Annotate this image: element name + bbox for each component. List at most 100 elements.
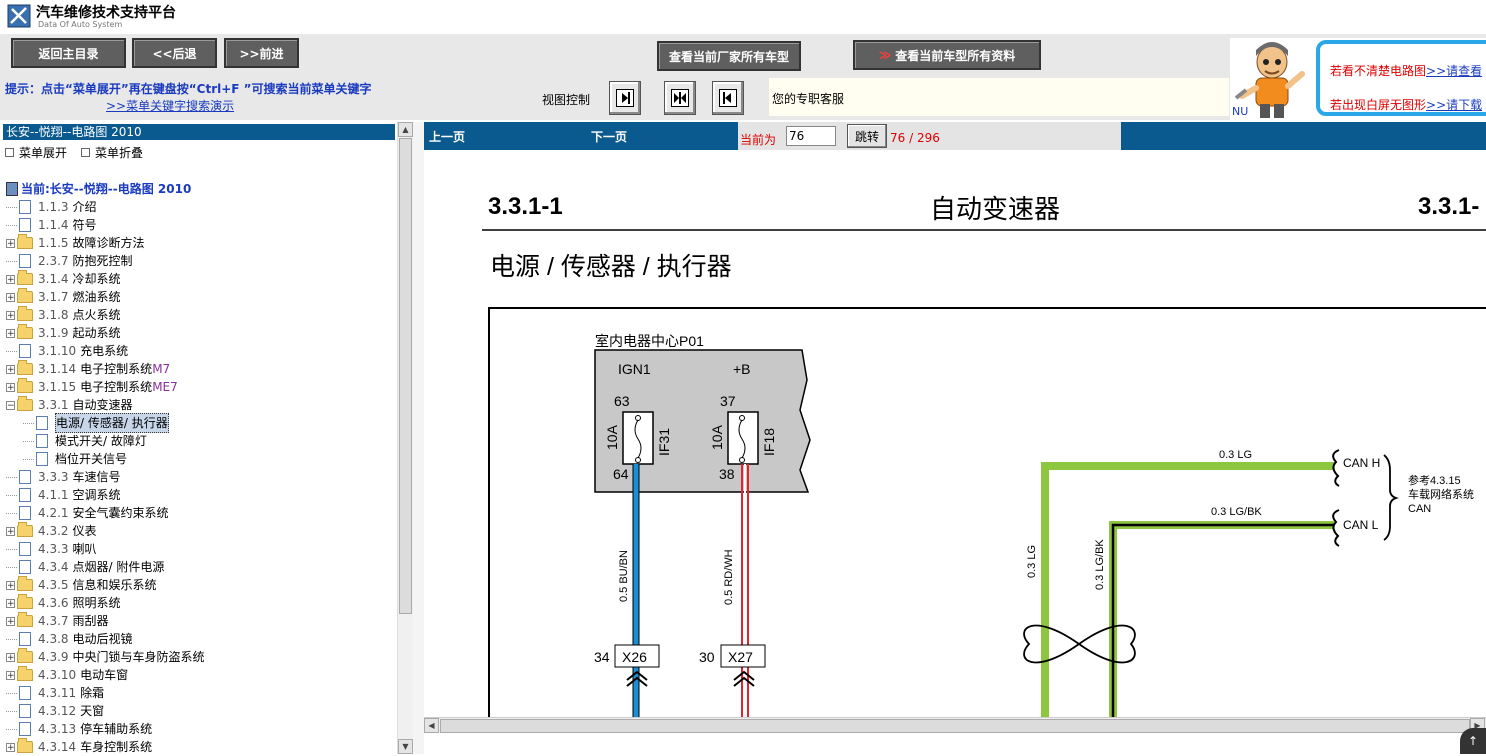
tree-item[interactable]: 4.3.8 电动后视镜 xyxy=(6,630,133,648)
tree-item[interactable]: +4.3.5 信息和娱乐系统 xyxy=(6,576,157,594)
tree-item[interactable]: +4.3.7 雨刮器 xyxy=(6,612,109,630)
tree-item[interactable]: +3.1.9 起动系统 xyxy=(6,324,121,342)
tree-item[interactable]: 3.1.10 充电系统 xyxy=(6,342,128,360)
forward-button[interactable]: >>前进 xyxy=(224,38,299,68)
back-main-button[interactable]: 返回主目录 xyxy=(11,38,126,68)
tree-item[interactable]: +3.1.8 点火系统 xyxy=(6,306,121,324)
page-icon xyxy=(19,218,31,232)
expand-node-icon[interactable]: + xyxy=(6,364,15,374)
page-icon xyxy=(36,452,48,466)
ad-view-link[interactable]: >>请查看 xyxy=(1426,64,1482,78)
tree-item-label: 点火系统 xyxy=(72,308,121,322)
tree-item[interactable]: − 3.3.1 自动变速器 xyxy=(6,396,133,414)
tree-item[interactable]: +4.3.14 车身控制系统 xyxy=(6,738,152,756)
diagram-h-scroll-thumb[interactable] xyxy=(440,719,1470,733)
tree-item-label: 电动后视镜 xyxy=(72,632,133,646)
tree-item[interactable]: 1.1.4 符号 xyxy=(6,216,97,234)
tree-item-label: 喇叭 xyxy=(72,542,97,556)
tree-item[interactable]: 4.3.4 点烟器/ 附件电源 xyxy=(6,558,164,576)
page-count: 76 / 296 xyxy=(890,131,940,145)
ad-download-link[interactable]: >>请下载 xyxy=(1426,98,1482,112)
can-l-terminal-icon xyxy=(1332,509,1340,547)
expand-node-icon[interactable]: + xyxy=(6,328,15,338)
jump-button[interactable]: 跳转 xyxy=(847,124,887,148)
tree-item[interactable]: 4.3.12 天窗 xyxy=(6,702,104,720)
current-page-label: 当前为 xyxy=(740,133,777,147)
tree-item[interactable]: +1.1.5 故障诊断方法 xyxy=(6,234,145,252)
tree-item[interactable]: +4.3.9 中央门锁与车身防盗系统 xyxy=(6,648,205,666)
scroll-up-icon[interactable]: ▲ xyxy=(398,122,413,137)
expand-node-icon[interactable]: + xyxy=(6,670,15,680)
tree-item[interactable]: 档位开关信号 xyxy=(23,450,127,468)
expand-node-icon[interactable]: + xyxy=(6,292,15,302)
tree-item[interactable]: 4.3.13 停车辅助系统 xyxy=(6,720,152,738)
tree-item-number: 4.3.4 xyxy=(38,560,69,574)
collapse-icon xyxy=(81,148,91,157)
folder-icon xyxy=(17,360,33,375)
view-control-label: 视图控制 xyxy=(542,93,591,107)
tree-item[interactable]: +4.3.2 仪表 xyxy=(6,522,97,540)
tree-item[interactable]: 4.3.3 喇叭 xyxy=(6,540,97,558)
expand-menu-button[interactable]: 菜单展开 xyxy=(5,144,67,161)
expand-node-icon[interactable]: + xyxy=(6,598,15,608)
tree-item-number: 3.3.1 xyxy=(38,398,69,412)
search-demo-link[interactable]: >>菜单关键字搜索演示 xyxy=(106,97,234,114)
tree-item-label: 电动车窗 xyxy=(80,668,129,682)
expand-node-icon[interactable]: + xyxy=(6,652,15,662)
tree-item[interactable]: +3.1.14 电子控制系统 M7 xyxy=(6,360,170,378)
expand-node-icon[interactable]: + xyxy=(6,742,15,752)
tree-item[interactable]: 3.3.3 车速信号 xyxy=(6,468,121,486)
collapse-menu-button[interactable]: 菜单折叠 xyxy=(81,144,143,161)
tree-item-number: 3.1.15 xyxy=(38,380,77,394)
tree-item[interactable]: +3.1.15 电子控制系统 ME7 xyxy=(6,378,178,396)
tree-item[interactable]: 1.1.3 介绍 xyxy=(6,198,97,216)
expand-node-icon[interactable]: + xyxy=(6,274,15,284)
next-page-link[interactable]: 下一页 xyxy=(591,128,627,145)
prev-page-link[interactable]: 上一页 xyxy=(429,128,465,145)
expand-node-icon[interactable]: + xyxy=(6,238,15,248)
page-number-input[interactable] xyxy=(786,126,836,146)
twisted-pair-symbol xyxy=(1023,624,1136,664)
tree-item[interactable]: 电源/ 传感器/ 执行器 xyxy=(23,413,169,433)
view-fit-both-button[interactable] xyxy=(664,81,696,115)
expand-node-icon[interactable]: + xyxy=(6,382,15,392)
tree-item[interactable]: +3.1.7 燃油系统 xyxy=(6,288,121,306)
view-fit-left-button[interactable] xyxy=(712,81,744,115)
ref-line2: 车载网络系统 xyxy=(1408,487,1474,501)
back-to-top-icon[interactable]: ↑ xyxy=(1460,728,1486,754)
folder-icon xyxy=(17,288,33,303)
expand-node-icon[interactable]: + xyxy=(6,526,15,536)
back-button[interactable]: <<后退 xyxy=(132,38,217,68)
page-icon xyxy=(19,686,31,700)
panel-splitter[interactable] xyxy=(413,122,424,754)
tree-connector xyxy=(23,458,34,460)
computer-icon xyxy=(6,181,18,196)
expand-node-icon[interactable]: + xyxy=(6,310,15,320)
tree-item[interactable]: 模式开关/ 故障灯 xyxy=(23,432,147,450)
scroll-down-icon[interactable]: ▼ xyxy=(398,739,413,754)
diagram-h-scrollbar[interactable]: ◀ ▶ xyxy=(424,717,1486,734)
tree-item[interactable]: 4.3.11 除霜 xyxy=(6,684,104,702)
view-fit-right-button[interactable] xyxy=(609,81,641,115)
scroll-left-icon[interactable]: ◀ xyxy=(424,718,439,733)
tree-item[interactable]: +3.1.4 冷却系统 xyxy=(6,270,121,288)
tree-item-label: 照明系统 xyxy=(72,596,121,610)
tree-item-label: 介绍 xyxy=(72,200,97,214)
tree-item[interactable]: 2.3.7 防抱死控制 xyxy=(6,252,133,270)
collapse-node-icon[interactable]: − xyxy=(6,400,15,410)
expand-node-icon[interactable]: + xyxy=(6,616,15,626)
folder-icon xyxy=(17,270,33,285)
tree-item[interactable]: +4.3.10 电动车窗 xyxy=(6,666,128,684)
service-text: 您的专职客服 xyxy=(772,92,845,106)
tree-item[interactable]: 4.1.1 空调系统 xyxy=(6,486,121,504)
tree-item[interactable]: 4.2.1 安全气囊约束系统 xyxy=(6,504,169,522)
tree-scroll-thumb[interactable] xyxy=(399,138,412,614)
expand-node-icon[interactable]: + xyxy=(6,580,15,590)
tree-item[interactable]: +4.3.6 照明系统 xyxy=(6,594,121,612)
view-model-all-info-button[interactable]: ≫ 查看当前车型所有资料 xyxy=(853,40,1041,70)
tree-scrollbar[interactable]: ▲ ▼ xyxy=(397,122,414,754)
view-factory-models-button[interactable]: 查看当前厂家所有车型 xyxy=(657,41,801,71)
tree-item-label: 起动系统 xyxy=(72,326,121,340)
page-icon xyxy=(36,434,48,448)
wire-can-l-stripe xyxy=(1111,523,1334,717)
